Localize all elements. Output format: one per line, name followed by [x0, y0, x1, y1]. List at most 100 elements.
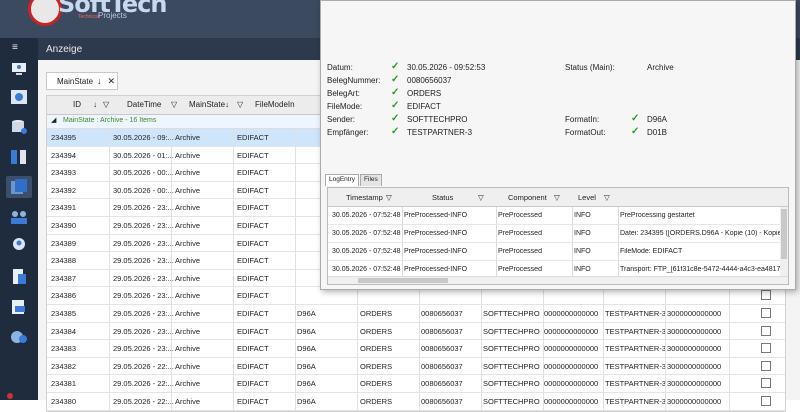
sidebar-item-profile[interactable] — [6, 234, 32, 256]
report-icon — [13, 269, 26, 284]
filter-icon[interactable]: ▽ — [386, 193, 392, 202]
menu-icon[interactable]: ≡ — [12, 42, 18, 53]
sidebar-item-binders[interactable] — [6, 146, 32, 168]
row-checkbox[interactable] — [761, 290, 771, 301]
collapse-icon[interactable]: ◢ — [51, 116, 56, 124]
table-row[interactable]: 234380 29.05.2026 - 22:... Archive EDIFACT D… — [47, 392, 785, 411]
cell-rcv: TESTPARTNER-3 — [605, 308, 666, 318]
tab-logentry[interactable]: LogEntry — [325, 174, 360, 186]
row-checkbox[interactable] — [761, 378, 771, 389]
log-row[interactable]: 30.05.2026 - 07:52:48PreProcessed-INFO Pr… — [328, 207, 788, 225]
cell-b: 3000000000000 — [667, 396, 722, 406]
hscroll-thumb[interactable] — [358, 278, 448, 283]
close-icon[interactable]: ✕ — [108, 76, 116, 87]
log-row[interactable]: 30.05.2026 - 07:52:48PreProcessed-INFO Pr… — [328, 243, 788, 261]
table-row[interactable]: 234382 29.05.2026 - 22:... Archive EDIFACT D… — [47, 357, 785, 376]
col-header-filemodein[interactable]: FileModeIn — [255, 100, 295, 109]
row-checkbox[interactable] — [761, 325, 771, 336]
column-divider — [171, 392, 172, 410]
column-divider — [295, 216, 296, 234]
column-divider — [171, 216, 172, 234]
sidebar-item-reports[interactable] — [6, 266, 32, 288]
column-divider — [572, 243, 573, 260]
table-row[interactable]: 234385 29.05.2026 - 23:... Archive EDIFACT D… — [47, 304, 785, 323]
group-filter-label: MainState — [57, 76, 94, 86]
logout-icon[interactable] — [4, 392, 16, 400]
cell-a: 0000000000000 — [544, 379, 599, 389]
filter-icon[interactable]: ▽ — [103, 100, 109, 109]
documents-icon — [11, 179, 27, 194]
row-checkbox[interactable] — [761, 343, 771, 354]
table-row[interactable]: 234383 29.05.2026 - 23:... Archive EDIFACT D… — [47, 340, 785, 358]
row-checkbox[interactable] — [761, 307, 771, 318]
sidebar-item-export[interactable] — [6, 296, 32, 318]
filter-icon[interactable]: ▽ — [478, 193, 484, 202]
cell-mode: EDIFACT — [237, 291, 269, 301]
column-divider — [572, 207, 573, 224]
log-col-component[interactable]: Component — [508, 193, 547, 202]
sidebar-item-monitor[interactable] — [6, 58, 32, 80]
sort-down-icon[interactable]: ↓ — [97, 76, 102, 86]
column-divider — [233, 340, 234, 357]
row-checkbox[interactable] — [761, 395, 771, 406]
col-header-datetime[interactable]: DateTime — [127, 100, 161, 109]
cell-rcv: TESTPARTNER-3 — [605, 326, 666, 336]
cell-a: 0000000000000 — [544, 308, 599, 318]
log-col-status[interactable]: Status — [432, 193, 453, 202]
sidebar-item-documents[interactable] — [6, 176, 32, 198]
help-icon — [11, 331, 27, 343]
log-cell-msg: FileMode: EDIFACT — [620, 248, 683, 255]
log-vscroll[interactable] — [780, 207, 788, 284]
cell-a: 0000000000000 — [544, 326, 599, 336]
column-divider — [603, 322, 604, 340]
sort-down-icon[interactable]: ↓ — [93, 100, 97, 109]
filter-icon[interactable]: ▽ — [554, 193, 560, 202]
sidebar-item-database[interactable] — [6, 116, 32, 138]
cell-state: Archive — [175, 203, 201, 213]
cell-dt: 29.05.2026 - 23:... — [113, 238, 174, 248]
sidebar-item-users[interactable] — [6, 206, 32, 228]
cell-art: ORDERS — [360, 361, 393, 371]
sidebar-item-settings[interactable] — [6, 86, 32, 108]
log-row[interactable]: 30.05.2026 - 07:52:48PreProcessed-INFO Pr… — [328, 225, 788, 243]
cell-fmt: D96A — [297, 308, 316, 318]
cell-rcv: TESTPARTNER-3 — [605, 361, 666, 371]
col-header-mainstate[interactable]: MainState — [189, 100, 225, 109]
cell-dt: 29.05.2026 - 23:... — [113, 308, 174, 318]
cell-num: 0080656037 — [421, 344, 463, 354]
filter-icon[interactable]: ▽ — [604, 193, 610, 202]
cell-state: Archive — [175, 344, 201, 354]
log-hscroll[interactable] — [328, 276, 788, 284]
log-col-level[interactable]: Level — [578, 193, 596, 202]
sidebar-item-help[interactable] — [6, 326, 32, 348]
column-divider — [543, 304, 544, 322]
formatin-label: FormatIn: — [565, 115, 600, 124]
row-checkbox[interactable] — [761, 360, 771, 371]
cell-fmt: D96A — [297, 361, 316, 371]
log-cell-comp: PreProcessed — [498, 266, 542, 273]
col-header-id[interactable]: ID — [73, 100, 81, 109]
formatout-value: D01B — [647, 128, 668, 137]
cell-id: 234390 — [51, 220, 77, 230]
vscroll-thumb[interactable] — [781, 209, 787, 259]
sort-down-icon[interactable]: ↓ — [225, 100, 229, 109]
column-divider — [171, 287, 172, 304]
log-cell-lvl: INFO — [574, 284, 591, 285]
column-divider — [171, 234, 172, 252]
filter-icon[interactable]: ▽ — [237, 100, 243, 109]
column-divider — [729, 340, 730, 357]
cell-mode: EDIFACT — [237, 361, 269, 371]
table-row[interactable]: 234384 29.05.2026 - 23:... Archive EDIFACT D… — [47, 322, 785, 341]
column-divider — [496, 225, 497, 242]
cell-mode: EDIFACT — [237, 220, 269, 230]
column-divider — [665, 375, 666, 392]
table-row[interactable]: 234381 29.05.2026 - 22:... Archive EDIFACT D… — [47, 375, 785, 393]
column-divider — [171, 322, 172, 340]
tab-files[interactable]: Files — [360, 174, 382, 186]
belegart-label: BelegArt: — [327, 89, 360, 98]
log-col-timestamp[interactable]: Timestamp — [346, 193, 383, 202]
cell-mode: EDIFACT — [237, 256, 269, 266]
filter-icon[interactable]: ▽ — [171, 100, 177, 109]
cell-mode: EDIFACT — [237, 326, 269, 336]
group-filter-chip[interactable]: MainState ↓ ✕ — [46, 72, 118, 90]
